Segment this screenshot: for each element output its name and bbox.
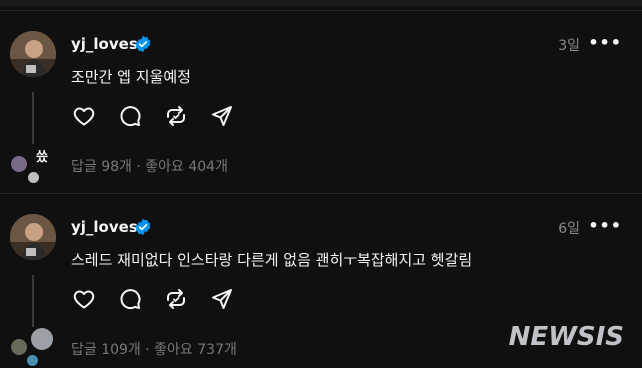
stats-separator: · (136, 159, 141, 175)
heart-icon (73, 290, 95, 309)
action-bar (71, 103, 235, 129)
replies-count[interactable]: 답글 109개 (71, 342, 141, 358)
post-time[interactable]: 3일 (558, 35, 580, 55)
reply-avatar[interactable] (27, 355, 38, 366)
like-button[interactable] (71, 286, 97, 312)
share-icon (212, 289, 232, 309)
like-button[interactable] (71, 103, 97, 129)
share-icon (212, 106, 232, 126)
likes-count[interactable]: 좋아요 404개 (145, 159, 228, 175)
post-text: 조만간 엡 지울예정 (71, 68, 191, 86)
heart-icon (73, 107, 95, 126)
reply-avatar[interactable] (11, 339, 27, 355)
reply-avatar-label: 씄 (36, 150, 48, 165)
post-time[interactable]: 6일 (558, 218, 580, 238)
avatar[interactable] (10, 31, 56, 77)
reply-avatar[interactable] (28, 172, 39, 183)
repost-icon (167, 289, 185, 309)
reply-button[interactable] (117, 286, 143, 312)
reply-button[interactable] (117, 103, 143, 129)
reply-avatar[interactable] (31, 328, 53, 350)
repost-button[interactable] (163, 103, 189, 129)
avatar[interactable] (10, 214, 56, 260)
repost-button[interactable] (163, 286, 189, 312)
likes-count[interactable]: 좋아요 737개 (154, 342, 237, 358)
share-button[interactable] (209, 103, 235, 129)
stats-separator: · (145, 342, 150, 358)
post-stats: 답글 98개 · 좋아요 404개 (71, 156, 228, 176)
more-icon[interactable]: ••• (588, 216, 622, 235)
username[interactable]: yj_loves (71, 218, 138, 236)
watermark-logo: NEWSIS (508, 322, 624, 352)
thread-line (32, 92, 34, 144)
action-bar (71, 286, 235, 312)
comment-icon (120, 289, 141, 310)
post-text: 스레드 재미없다 인스타랑 다른게 없음 괜히ㅜ복잡해지고 헷갈림 (71, 251, 473, 269)
reply-avatar[interactable] (11, 156, 27, 172)
replies-count[interactable]: 답글 98개 (71, 159, 132, 175)
username[interactable]: yj_loves (71, 35, 138, 53)
more-icon[interactable]: ••• (588, 33, 622, 52)
post-1[interactable]: yj_loves 3일 ••• 조만간 엡 지울예정 씄 답글 98개 · 좋아… (0, 0, 642, 183)
verified-badge-icon (135, 35, 151, 53)
repost-icon (167, 106, 185, 126)
verified-badge-icon (135, 218, 151, 236)
comment-icon (120, 106, 141, 127)
thread-line (32, 275, 34, 327)
share-button[interactable] (209, 286, 235, 312)
post-stats: 답글 109개 · 좋아요 737개 (71, 339, 237, 359)
